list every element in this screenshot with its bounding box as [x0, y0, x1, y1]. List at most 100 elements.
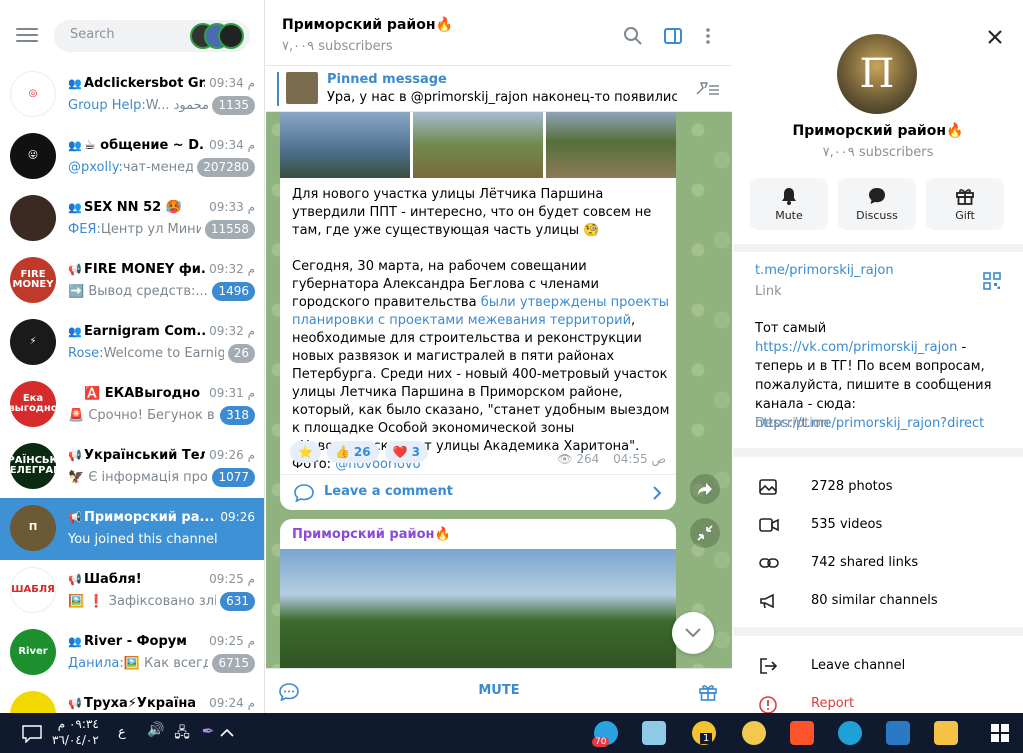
- search-icon[interactable]: [623, 26, 643, 46]
- forward-arrow-icon: [698, 483, 712, 495]
- qr-code-icon[interactable]: [983, 272, 1001, 290]
- windows-start-icon[interactable]: [990, 723, 1010, 743]
- post-photo[interactable]: [413, 112, 543, 178]
- chat-list-item[interactable]: ШАБЛЯ 📢 Шабля! 09:25 م 🖼️ ❗ Зафіксовано злі.…: [0, 560, 264, 622]
- chat-list-item[interactable]: ⚡ 👥 Earnigram Com... 09:32 م Rose: Welcome t…: [0, 312, 264, 374]
- chat-list-item[interactable]: River 👥 River - Форум 09:25 م Данила: 🖼️ Как…: [0, 622, 264, 684]
- channel-info-block: t.me/primorskij_rajon Link Тот самый htt…: [733, 252, 1023, 448]
- chat-title: Earnigram Com...: [84, 323, 206, 339]
- video-icon: [759, 518, 779, 532]
- app-icon[interactable]: [642, 721, 666, 745]
- network-icon[interactable]: 🖧: [170, 722, 194, 746]
- report-row[interactable]: Report: [733, 685, 1023, 713]
- gift-icon[interactable]: [698, 682, 718, 702]
- pinned-thumbnail: [286, 72, 318, 104]
- gift-action-button[interactable]: Gift: [926, 178, 1004, 230]
- chat-title: Український Тел...: [84, 447, 205, 463]
- chat-title: 🅰️ ЕКАВыгодно Ск...: [84, 385, 205, 401]
- chat-list-item[interactable]: УКРАЇНСЬКИЙ ТЕЛЕГРАМ 📢Український Тел... 0…: [0, 436, 264, 498]
- pinned-message-bar[interactable]: Pinned message Ура, у нас в @primorskij_…: [266, 66, 732, 112]
- file-explorer-icon[interactable]: [934, 721, 958, 745]
- brave-icon[interactable]: [790, 721, 814, 745]
- search-input[interactable]: [70, 27, 180, 42]
- discuss-action-button[interactable]: Discuss: [838, 178, 916, 230]
- chat-type-icon: 📢: [68, 262, 82, 276]
- taskbar-clock[interactable]: ٠٩:٣٤ م ٣٦/٠٤/٠٢: [52, 716, 99, 748]
- edge-icon[interactable]: [838, 721, 862, 745]
- leave-comment-label[interactable]: Leave a comment: [324, 484, 453, 499]
- more-options-icon[interactable]: [698, 26, 718, 46]
- description-link[interactable]: https://vk.com/primorskij_rajon: [755, 340, 957, 355]
- pinned-label: Pinned message: [327, 72, 447, 87]
- pinned-list-icon[interactable]: [694, 80, 720, 98]
- links-row[interactable]: 742 shared links: [733, 544, 1023, 582]
- language-indicator[interactable]: ع: [118, 725, 126, 740]
- chat-preview-row: Group Help: W... محمود 1135: [68, 95, 255, 115]
- hamburger-menu-icon[interactable]: [14, 24, 40, 48]
- pinned-text: Ура, у нас в @primorskij_rajon наконец-т…: [327, 90, 677, 105]
- post-meta: 👁 264 04:55 ص: [557, 452, 666, 466]
- channel-actions-block: Leave channel Report: [733, 636, 1023, 713]
- chat-list-item[interactable]: FIRE MONEY 📢 FIRE MONEY фи... 09:32 م ➡️ Выв…: [0, 250, 264, 312]
- leave-channel-label: Leave channel: [811, 658, 906, 673]
- expand-button[interactable]: [690, 518, 720, 548]
- story-avatar[interactable]: [218, 23, 244, 49]
- profile-subscribers: ٧,٠٠٩ subscribers: [822, 145, 934, 160]
- reaction-chip[interactable]: ❤️ 3: [384, 441, 428, 463]
- post-photo[interactable]: [280, 549, 676, 679]
- notification-icon[interactable]: [22, 725, 42, 743]
- search-box[interactable]: [54, 20, 250, 52]
- chat-list-item[interactable]: 👥SEX NN 52 🥵 09:33 م ФЕЯ: Центр ул Мини...…: [0, 188, 264, 250]
- unread-badge: 1135: [212, 95, 255, 115]
- volume-icon[interactable]: 🔊: [144, 722, 168, 746]
- description-label: Description: [755, 416, 830, 431]
- reaction-emoji-icon: ❤️: [392, 445, 408, 459]
- videos-row[interactable]: 535 videos: [733, 506, 1023, 544]
- messages-area[interactable]: Для нового участка улицы Лётчика Паршина…: [266, 112, 732, 679]
- comment-bar[interactable]: Leave a comment: [280, 474, 676, 510]
- photos-row[interactable]: 2728 photos: [733, 468, 1023, 506]
- app-icon[interactable]: [742, 721, 766, 745]
- close-icon[interactable]: [985, 27, 1005, 47]
- chat-preview-text: W... محمود: [145, 97, 209, 113]
- photo-icon: [759, 479, 777, 495]
- mute-action-button[interactable]: Mute: [750, 178, 828, 230]
- reaction-chip[interactable]: 👍 26: [326, 441, 379, 463]
- conversation-header[interactable]: Приморский район🔥 ٧,٠٠٩ subscribers: [266, 0, 732, 66]
- bell-icon: [782, 188, 796, 205]
- channel-avatar[interactable]: П: [837, 34, 917, 114]
- views-icon: 👁: [557, 452, 573, 466]
- chat-list-item[interactable]: 😜 👥 ☕ общение ~ D... 09:34 م @pxolly: чат-ме…: [0, 126, 264, 188]
- similar-channels-row[interactable]: 80 similar channels: [733, 582, 1023, 620]
- report-icon: [759, 696, 777, 713]
- chat-title-row: 👥 SEX NN 52 🥵 09:33 م: [68, 198, 255, 216]
- forward-button[interactable]: [690, 474, 720, 504]
- chevron-up-icon[interactable]: [220, 728, 234, 738]
- sidebar-toggle-icon[interactable]: [663, 26, 683, 46]
- pen-icon[interactable]: ✒: [196, 722, 220, 746]
- leave-channel-row[interactable]: Leave channel: [733, 647, 1023, 685]
- post-author[interactable]: Приморский район🔥: [292, 527, 451, 542]
- chat-preview-text: 🖼️ Как всегд...: [123, 655, 209, 671]
- chat-list-item[interactable]: 📢 Труха⚡Україна 09:24 م: [0, 684, 264, 713]
- chat-preview-row: Данила: 🖼️ Как всегд...6715: [68, 653, 255, 673]
- leave-icon: [760, 658, 777, 674]
- channel-link[interactable]: t.me/primorskij_rajon: [755, 263, 894, 278]
- conversation-panel: Приморский район🔥 ٧,٠٠٩ subscribers Pinn…: [266, 0, 732, 713]
- scroll-down-button[interactable]: [672, 612, 714, 654]
- chat-time: 09:32 م: [209, 324, 255, 338]
- store-icon[interactable]: [886, 721, 910, 745]
- chat-list-item[interactable]: П 📢 Приморский ра... 09:26 You joined this c…: [0, 498, 264, 560]
- reaction-chip[interactable]: ⭐: [290, 441, 321, 463]
- post-photo[interactable]: [546, 112, 676, 178]
- views-count: 264: [576, 452, 600, 466]
- chat-title: River - Форум: [84, 633, 187, 649]
- chat-list-item[interactable]: ◎ 👥 Adclickersbot Gr... 09:34 م Group Help: …: [0, 64, 264, 126]
- comment-icon: [294, 484, 314, 502]
- chat-list-item[interactable]: Ека выгодно 🅰️ ЕКАВыгодно Ск... 09:31 م 🚨 С…: [0, 374, 264, 436]
- channel-title[interactable]: Приморский район🔥: [282, 17, 453, 33]
- mute-button[interactable]: MUTE: [266, 683, 732, 698]
- post-photo[interactable]: [280, 112, 410, 178]
- chat-title-row: 👥 ☕ общение ~ D... 09:34 م: [68, 136, 255, 154]
- gift-icon: [956, 189, 974, 205]
